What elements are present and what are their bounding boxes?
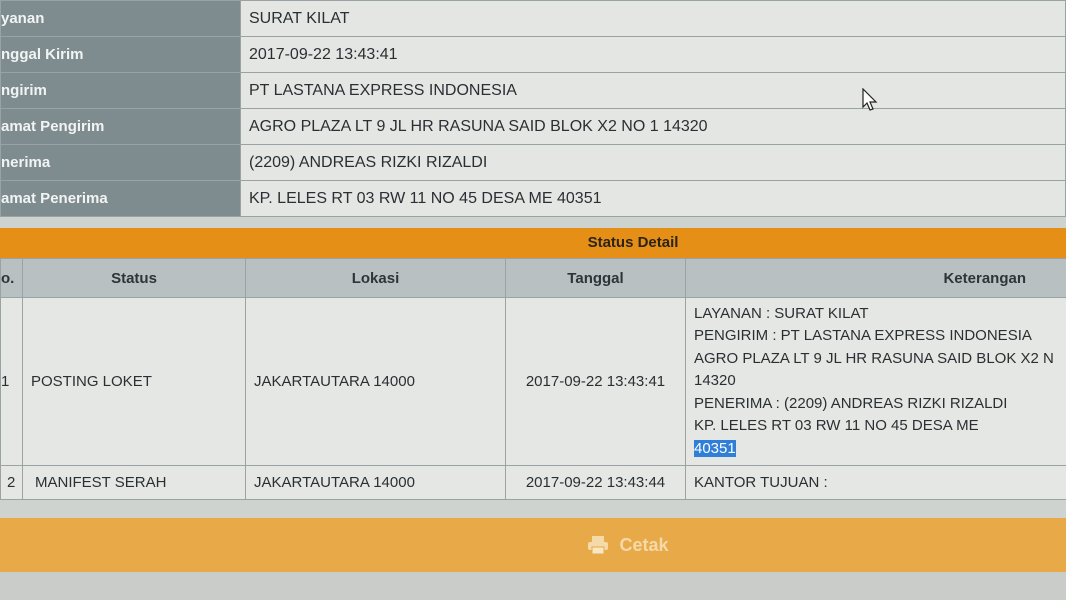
keterangan-line: PENERIMA : (2209) ANDREAS RIZKI RIZALDI <box>694 394 1008 412</box>
row-keterangan: LAYANAN : SURAT KILAT PENGIRIM : PT LAST… <box>685 297 1066 466</box>
row-number: 1 <box>0 297 23 466</box>
row-lokasi: JAKARTAUTARA 14000 <box>245 297 506 466</box>
info-label: nerima <box>0 144 241 181</box>
info-value: AGRO PLAZA LT 9 JL HR RASUNA SAID BLOK X… <box>240 108 1066 145</box>
info-value: PT LASTANA EXPRESS INDONESIA <box>240 72 1066 109</box>
row-lokasi: JAKARTAUTARA 14000 <box>245 465 506 500</box>
info-label: nggal Kirim <box>0 36 241 73</box>
keterangan-line: PENGIRIM : PT LASTANA EXPRESS INDONESIA <box>694 327 1032 345</box>
keterangan-line: 40351 <box>694 438 1058 461</box>
info-value: SURAT KILAT <box>240 0 1066 37</box>
keterangan-line: 14320 <box>694 372 736 390</box>
col-header-status: Status <box>22 258 246 298</box>
row-keterangan: KANTOR TUJUAN : <box>685 465 1066 500</box>
row-number: 2 <box>0 465 23 500</box>
page-bottom <box>0 572 1066 600</box>
row-status: MANIFEST SERAH <box>22 465 246 500</box>
col-header-tanggal: Tanggal <box>505 258 686 298</box>
info-row-alamat-pengirim: amat Pengirim AGRO PLAZA LT 9 JL HR RASU… <box>0 108 1066 145</box>
info-row-tanggal-kirim: nggal Kirim 2017-09-22 13:43:41 <box>0 36 1066 73</box>
mouse-cursor-icon <box>862 88 878 111</box>
table-row: 2 MANIFEST SERAH JAKARTAUTARA 14000 2017… <box>0 465 1066 500</box>
info-row-penerima: nerima (2209) ANDREAS RIZKI RIZALDI <box>0 144 1066 181</box>
row-status: POSTING LOKET <box>22 297 246 466</box>
table-row: 1 POSTING LOKET JAKARTAUTARA 14000 2017-… <box>0 297 1066 466</box>
status-detail-header: Status Detail <box>0 228 1066 258</box>
table-header-row: o. Status Lokasi Tanggal Keterangan <box>0 258 1066 298</box>
shipment-info-table: yanan SURAT KILAT nggal Kirim 2017-09-22… <box>0 0 1066 217</box>
printer-icon <box>588 536 609 555</box>
info-label: amat Pengirim <box>0 108 241 145</box>
info-value: KP. LELES RT 03 RW 11 NO 45 DESA ME 4035… <box>240 180 1066 217</box>
info-value: 2017-09-22 13:43:41 <box>240 36 1066 73</box>
keterangan-line: KP. LELES RT 03 RW 11 NO 45 DESA ME <box>694 417 979 435</box>
info-row-alamat-penerima: amat Penerima KP. LELES RT 03 RW 11 NO 4… <box>0 180 1066 217</box>
col-header-lokasi: Lokasi <box>245 258 506 298</box>
row-tanggal: 2017-09-22 13:43:41 <box>505 297 686 466</box>
col-header-keterangan: Keterangan <box>685 258 1066 298</box>
info-row-pengirim: ngirim PT LASTANA EXPRESS INDONESIA <box>0 72 1066 109</box>
print-button[interactable]: Cetak <box>587 534 669 556</box>
info-label: amat Penerima <box>0 180 241 217</box>
keterangan-line: AGRO PLAZA LT 9 JL HR RASUNA SAID BLOK X… <box>694 349 1054 367</box>
keterangan-line: LAYANAN : SURAT KILAT <box>694 304 869 322</box>
info-label: yanan <box>0 0 241 37</box>
selected-text[interactable]: 40351 <box>694 439 736 457</box>
info-label: ngirim <box>0 72 241 109</box>
row-tanggal: 2017-09-22 13:43:44 <box>505 465 686 500</box>
info-row-layanan: yanan SURAT KILAT <box>0 0 1066 37</box>
status-detail-table: o. Status Lokasi Tanggal Keterangan 1 PO… <box>0 258 1066 500</box>
footer-bar: Cetak <box>0 518 1066 572</box>
info-value: (2209) ANDREAS RIZKI RIZALDI <box>240 144 1066 181</box>
print-label: Cetak <box>619 534 669 555</box>
col-header-no: o. <box>0 258 23 298</box>
